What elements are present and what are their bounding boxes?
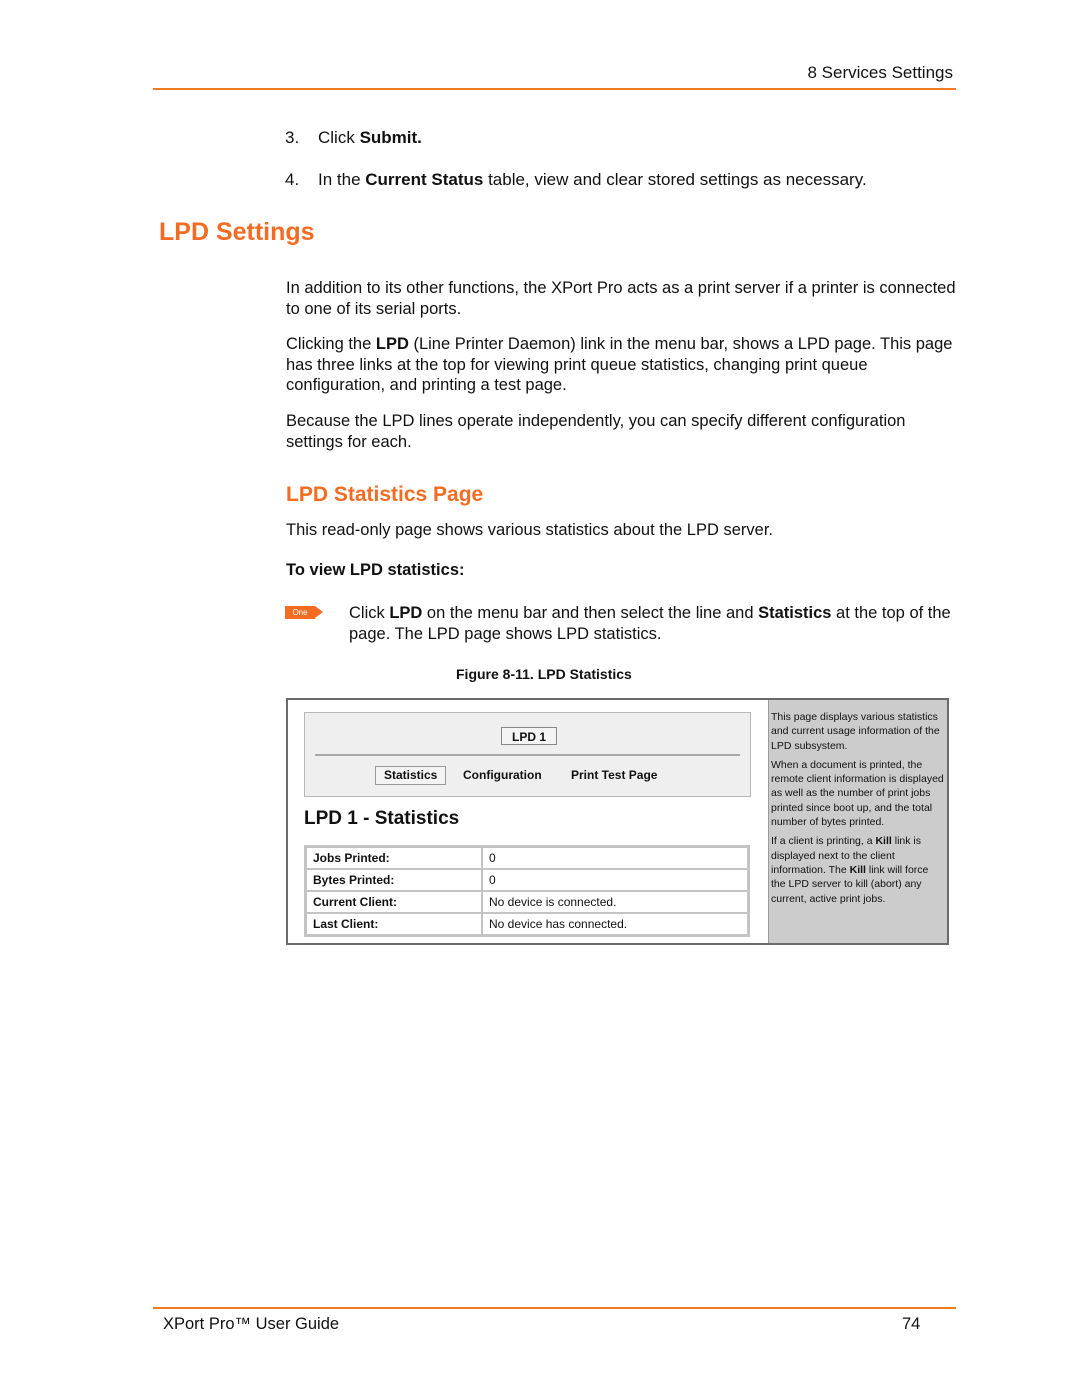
table-row: Last Client: No device has connected. — [306, 913, 748, 935]
nav-link-configuration[interactable]: Configuration — [463, 766, 542, 784]
table-row: Jobs Printed: 0 — [306, 847, 748, 869]
row-label: Last Client: — [306, 913, 482, 935]
lpd-nav-panel: LPD 1 Statistics Configuration Print Tes… — [304, 712, 751, 797]
table-row: Bytes Printed: 0 — [306, 869, 748, 891]
arrow-tip — [315, 606, 323, 618]
figure-caption: Figure 8-11. LPD Statistics — [456, 666, 632, 682]
help-paragraph-kill: If a client is printing, a Kill link is … — [771, 835, 929, 905]
subsection-intro: This read-only page shows various statis… — [286, 521, 773, 539]
row-value: No device has connected. — [482, 913, 748, 935]
nav-link-statistics[interactable]: Statistics — [375, 766, 447, 785]
nav-link-print-test-page[interactable]: Print Test Page — [571, 766, 657, 784]
one-step-label: One Step — [285, 606, 315, 630]
lpd-line-button[interactable]: LPD 1 — [501, 727, 557, 745]
table-row: Current Client: No device is connected. — [306, 891, 748, 913]
procedure-instruction: Click LPD on the menu bar and then selec… — [349, 604, 951, 643]
header-rule — [153, 88, 956, 90]
page-number: 74 — [902, 1315, 921, 1333]
row-label: Current Client: — [306, 891, 482, 913]
row-value: No device is connected. — [482, 891, 748, 913]
running-header: 8 Services Settings — [807, 63, 953, 82]
statistics-table: Jobs Printed: 0 Bytes Printed: 0 Current… — [304, 845, 750, 937]
step-4: 4. In the Current Status table, view and … — [285, 170, 867, 189]
help-paragraph: When a document is printed, the remote c… — [771, 758, 944, 829]
statistics-title: LPD 1 - Statistics — [304, 808, 460, 829]
paragraph-independent: Because the LPD lines operate independen… — [286, 412, 906, 451]
section-title: LPD Settings — [159, 218, 315, 246]
paragraph-intro: In addition to its other functions, the … — [286, 279, 956, 318]
subsection-title: LPD Statistics Page — [286, 483, 484, 506]
row-label: Bytes Printed: — [306, 869, 482, 891]
footer-rule — [153, 1307, 956, 1309]
row-label: Jobs Printed: — [306, 847, 482, 869]
figure-screenshot: LPD 1 Statistics Configuration Print Tes… — [286, 698, 949, 945]
footer-title: XPort Pro™ User Guide — [163, 1315, 340, 1333]
help-paragraph: This page displays various statistics an… — [771, 711, 940, 752]
row-value: 0 — [482, 847, 748, 869]
one-step-arrow-icon: One Step — [285, 606, 323, 630]
procedure-heading: To view LPD statistics: — [286, 561, 465, 579]
step-3: 3. Click Submit. — [285, 128, 422, 147]
help-panel: This page displays various statistics an… — [768, 700, 947, 943]
row-value: 0 — [482, 869, 748, 891]
paragraph-lpd-link: Clicking the LPD (Line Printer Daemon) l… — [286, 335, 953, 394]
nav-divider — [315, 754, 740, 756]
